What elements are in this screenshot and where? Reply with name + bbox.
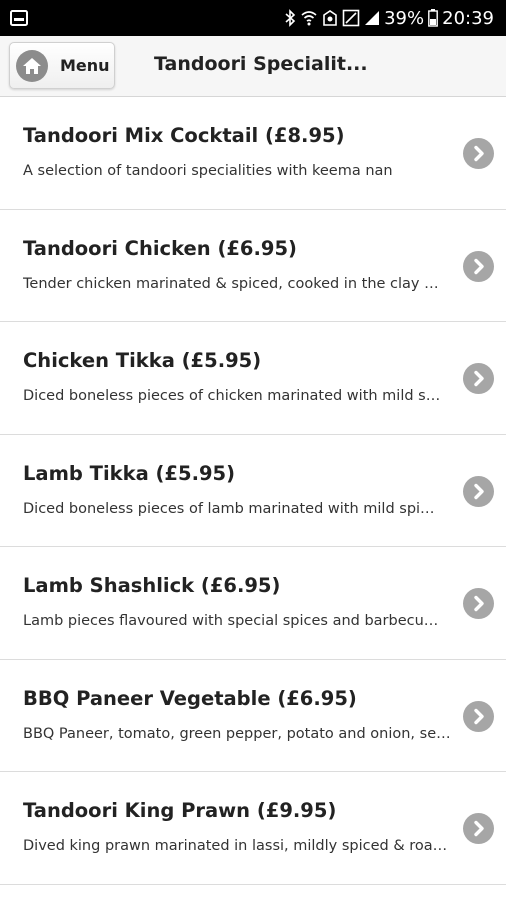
list-item[interactable]: Tandoori King Prawn (£9.95) Dived king p… xyxy=(0,772,506,885)
status-bar: 39% 20:39 xyxy=(0,0,506,36)
item-description: Diced boneless pieces of lamb marinated … xyxy=(23,500,435,517)
item-description: Dived king prawn marinated in lassi, mil… xyxy=(23,838,448,854)
item-title: Tandoori King Prawn (£9.95) xyxy=(23,799,337,822)
battery-icon xyxy=(428,9,439,27)
item-title: Tandoori Chicken (£6.95) xyxy=(23,236,297,260)
wifi-icon xyxy=(300,9,318,27)
menu-button-label: Menu xyxy=(60,56,110,75)
item-description: Lamb pieces flavoured with special spice… xyxy=(23,613,439,629)
chevron-right-icon[interactable] xyxy=(463,588,494,619)
battery-percent: 39% xyxy=(384,7,425,29)
list-item[interactable]: Chicken Tikka (£5.95) Diced boneless pie… xyxy=(0,322,506,435)
menu-items-list: Tandoori Mix Cocktail (£8.95) A selectio… xyxy=(0,97,506,885)
list-item[interactable]: Tandoori Mix Cocktail (£8.95) A selectio… xyxy=(0,97,506,210)
notification-icon xyxy=(10,10,28,26)
item-title: BBQ Paneer Vegetable (£6.95) xyxy=(23,686,357,710)
chevron-right-icon[interactable] xyxy=(463,813,494,844)
page-title: Tandoori Specialit... xyxy=(154,53,368,75)
home-icon xyxy=(16,49,48,82)
app-header: Menu Tandoori Specialit... xyxy=(0,36,506,97)
item-description: A selection of tandoori specialities wit… xyxy=(23,163,393,179)
list-item[interactable]: Lamb Tikka (£5.95) Diced boneless pieces… xyxy=(0,435,506,547)
item-title: Lamb Tikka (£5.95) xyxy=(23,461,236,485)
chevron-right-icon[interactable] xyxy=(463,138,494,169)
list-item[interactable]: BBQ Paneer Vegetable (£6.95) BBQ Paneer,… xyxy=(0,660,506,772)
chevron-right-icon[interactable] xyxy=(463,700,494,732)
chevron-right-icon[interactable] xyxy=(463,475,494,507)
item-description: BBQ Paneer, tomato, green pepper, potato… xyxy=(23,725,451,742)
signal-icon xyxy=(364,10,380,26)
item-title: Tandoori Mix Cocktail (£8.95) xyxy=(23,124,345,147)
bluetooth-icon xyxy=(284,9,296,27)
chevron-right-icon[interactable] xyxy=(463,250,494,282)
menu-button[interactable]: Menu xyxy=(9,42,115,89)
list-item[interactable]: Tandoori Chicken (£6.95) Tender chicken … xyxy=(0,210,506,322)
chevron-right-icon[interactable] xyxy=(463,363,494,394)
item-title: Chicken Tikka (£5.95) xyxy=(23,349,262,372)
alarm-icon xyxy=(322,9,338,27)
no-sim-icon xyxy=(342,9,360,27)
clock: 20:39 xyxy=(442,7,494,29)
list-item[interactable]: Lamb Shashlick (£6.95) Lamb pieces flavo… xyxy=(0,547,506,660)
item-description: Tender chicken marinated & spiced, cooke… xyxy=(23,275,439,292)
item-title: Lamb Shashlick (£6.95) xyxy=(23,574,281,597)
item-description: Diced boneless pieces of chicken marinat… xyxy=(23,388,441,404)
